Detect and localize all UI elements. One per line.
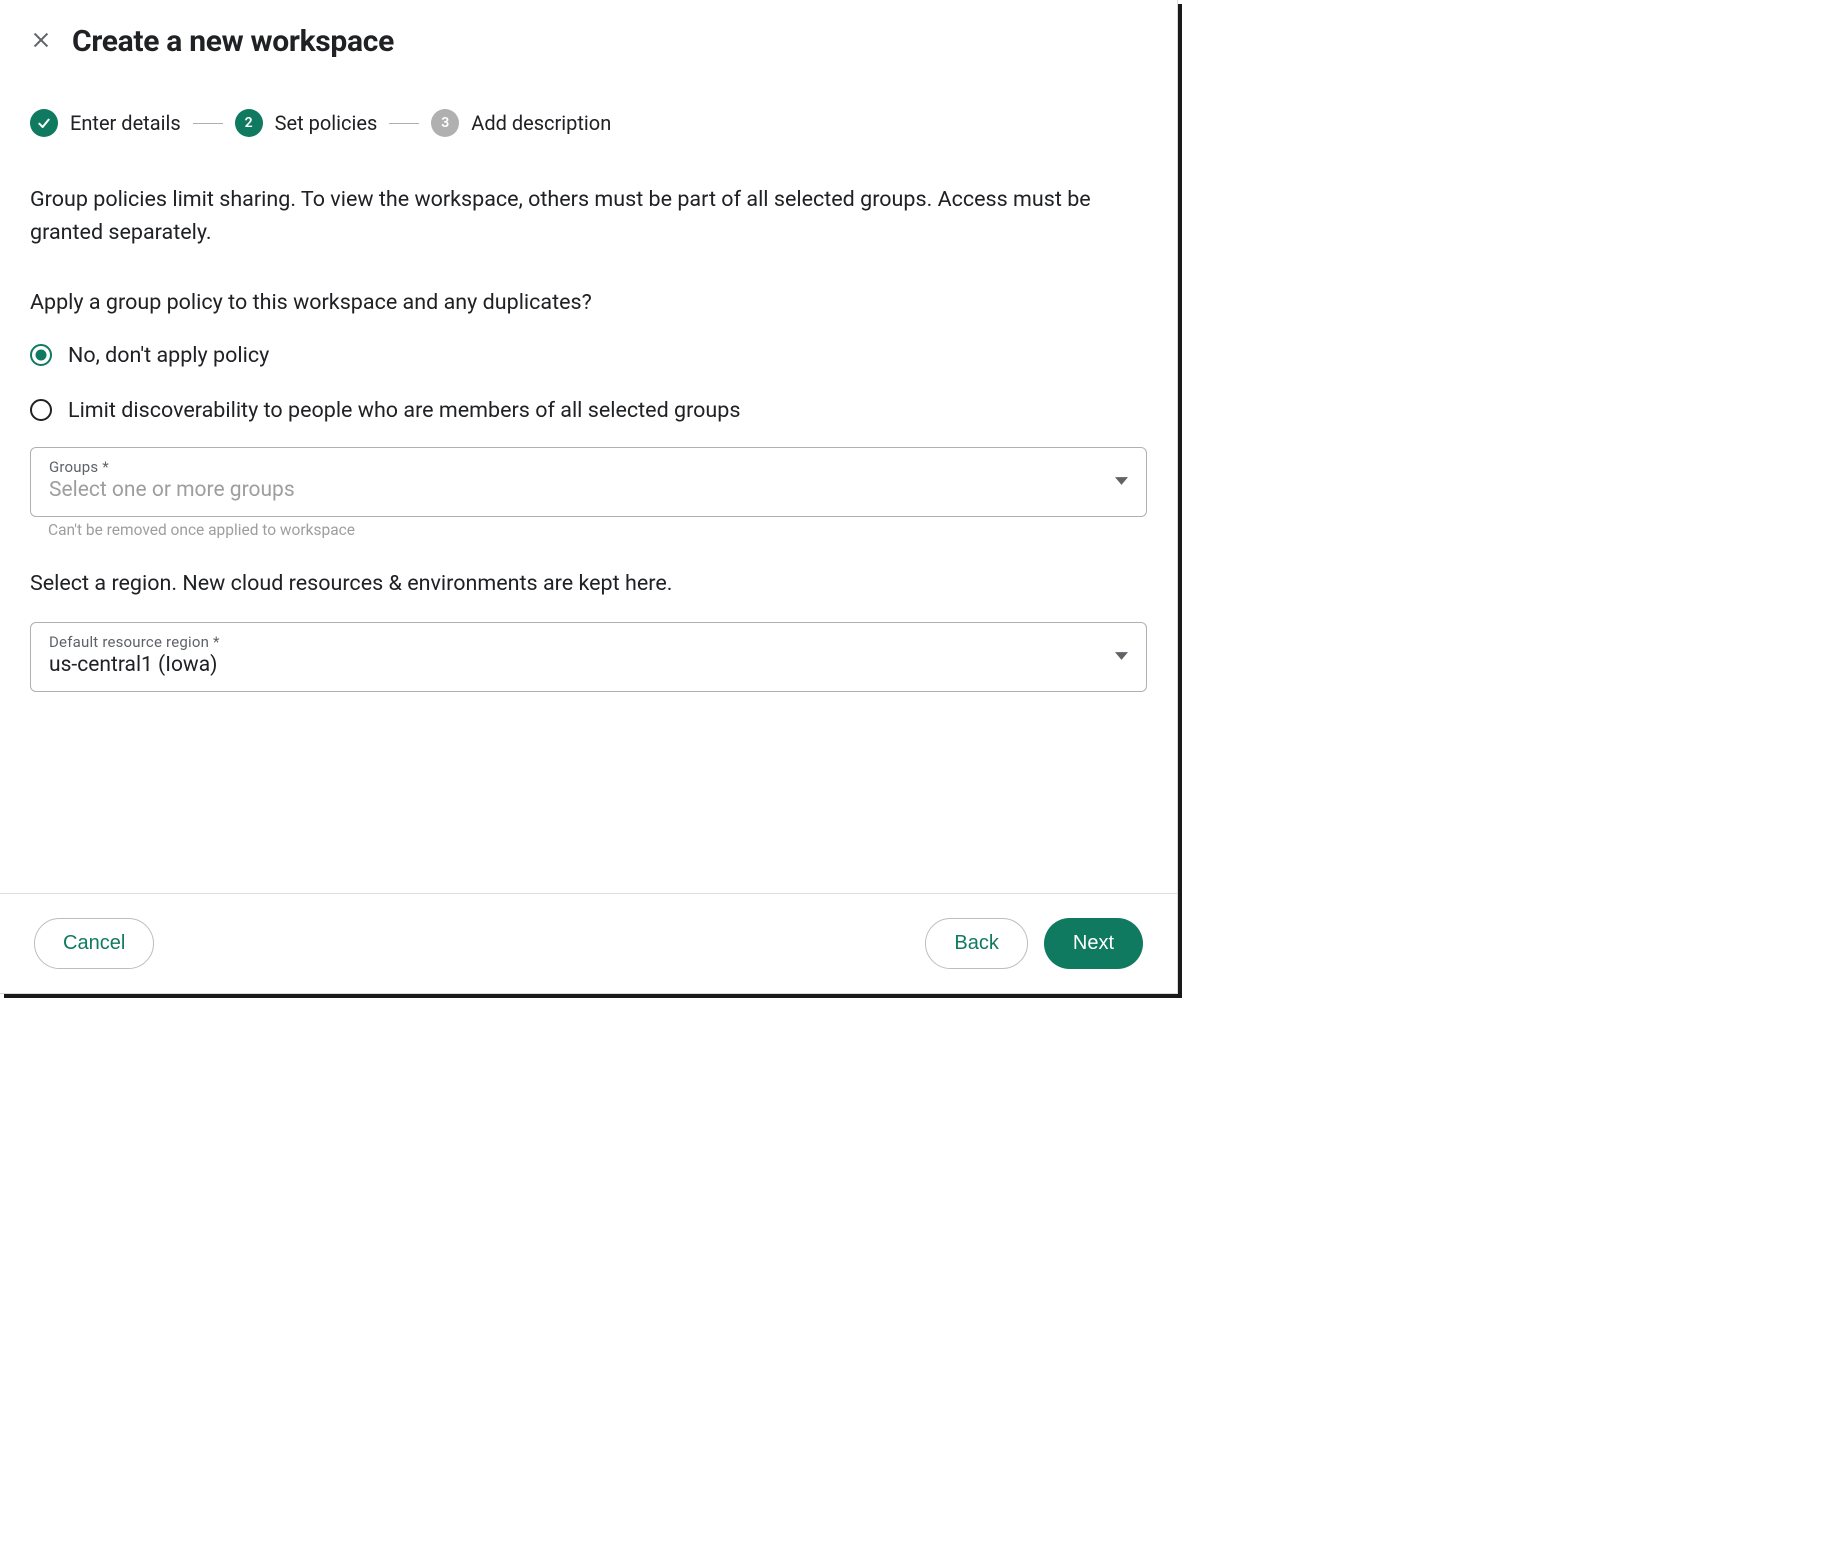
step-number: 3 xyxy=(441,115,449,131)
dialog-footer: Cancel Back Next xyxy=(0,893,1177,993)
step-number-badge: 2 xyxy=(235,109,263,137)
back-button[interactable]: Back xyxy=(925,918,1027,969)
radio-label: No, don't apply policy xyxy=(68,343,269,368)
chevron-down-icon xyxy=(1115,647,1128,666)
chevron-down-icon xyxy=(1115,472,1128,491)
policy-radio-group: No, don't apply policy Limit discoverabi… xyxy=(30,343,1147,423)
step-number: 2 xyxy=(245,115,253,131)
groups-helper-text: Can't be removed once applied to workspa… xyxy=(48,521,1147,539)
region-select-label: Default resource region * xyxy=(49,633,1128,651)
footer-right-buttons: Back Next xyxy=(925,918,1143,969)
radio-limit-discoverability[interactable]: Limit discoverability to people who are … xyxy=(30,398,1147,423)
stepper: Enter details 2 Set policies 3 Add descr… xyxy=(0,59,1177,137)
create-workspace-dialog: Create a new workspace Enter details 2 S… xyxy=(0,0,1178,994)
step-completed-icon xyxy=(30,109,58,137)
step-label: Add description xyxy=(471,111,611,135)
step-add-description[interactable]: 3 Add description xyxy=(431,109,611,137)
radio-button-icon xyxy=(30,399,52,421)
radio-no-policy[interactable]: No, don't apply policy xyxy=(30,343,1147,368)
region-prompt: Select a region. New cloud resources & e… xyxy=(30,571,1147,596)
step-enter-details[interactable]: Enter details xyxy=(30,109,181,137)
step-number-badge: 3 xyxy=(431,109,459,137)
region-select-value: us-central1 (Iowa) xyxy=(49,653,217,677)
groups-select[interactable]: Groups * Select one or more groups xyxy=(30,447,1147,517)
step-label: Set policies xyxy=(275,111,378,135)
policies-question: Apply a group policy to this workspace a… xyxy=(30,290,1147,315)
cancel-button[interactable]: Cancel xyxy=(34,918,154,969)
step-connector xyxy=(389,123,419,124)
radio-button-icon xyxy=(30,344,52,366)
radio-label: Limit discoverability to people who are … xyxy=(68,398,740,423)
groups-select-label: Groups * xyxy=(49,458,1128,476)
step-label: Enter details xyxy=(70,111,181,135)
region-select[interactable]: Default resource region * us-central1 (I… xyxy=(30,622,1147,692)
step-set-policies[interactable]: 2 Set policies xyxy=(235,109,378,137)
step-connector xyxy=(193,123,223,124)
dialog-header: Create a new workspace xyxy=(0,0,1177,59)
close-button[interactable] xyxy=(30,29,52,54)
dialog-title: Create a new workspace xyxy=(72,24,394,59)
policies-description: Group policies limit sharing. To view th… xyxy=(30,183,1147,250)
next-button[interactable]: Next xyxy=(1044,918,1143,969)
close-icon xyxy=(30,29,52,54)
dialog-content: Group policies limit sharing. To view th… xyxy=(0,137,1177,893)
groups-select-placeholder: Select one or more groups xyxy=(49,478,295,502)
